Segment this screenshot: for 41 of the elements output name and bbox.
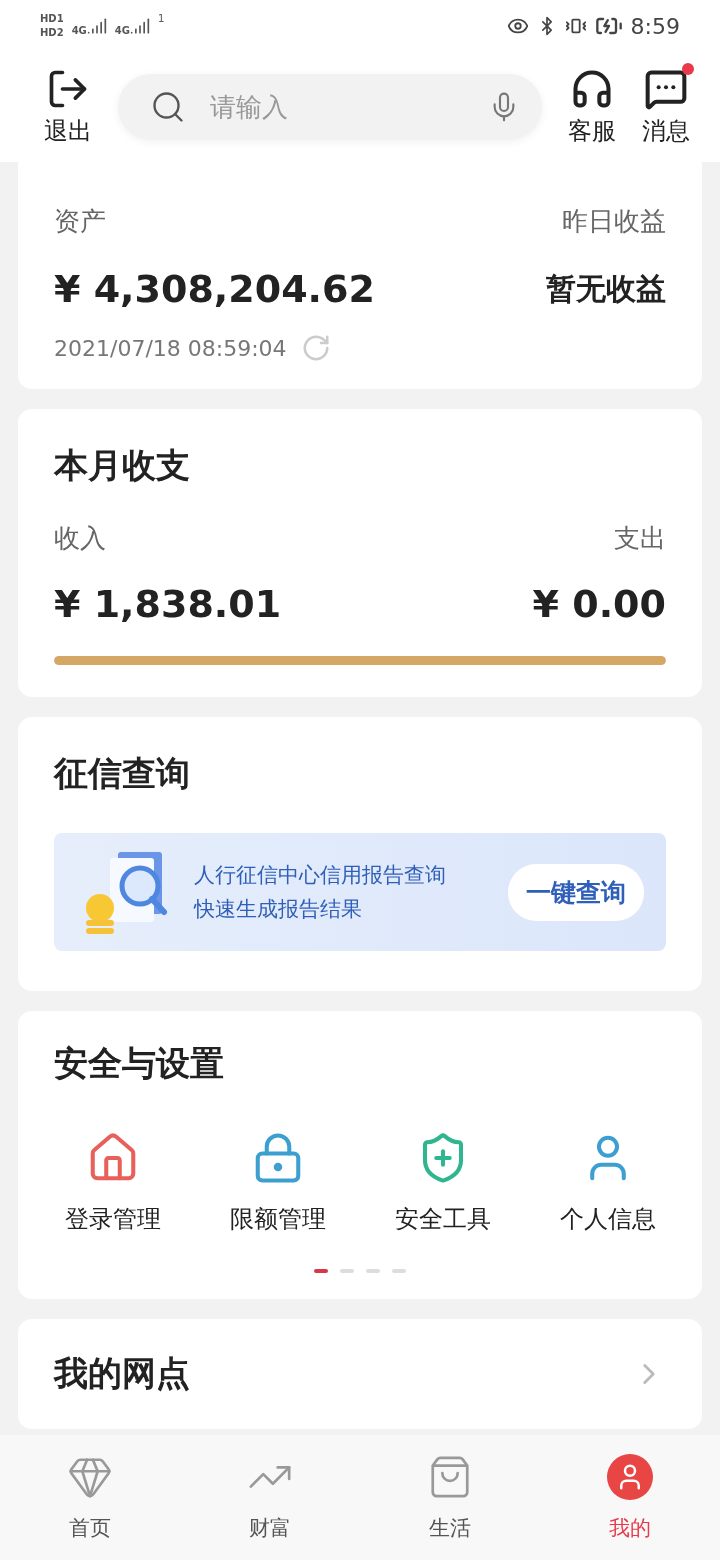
income-label: 收入 (54, 522, 106, 555)
banner-text: 人行征信中心信用报告查询 (194, 862, 447, 889)
user-icon (607, 1453, 653, 1500)
asset-value: ¥ 4,308,204.62 (54, 267, 375, 311)
signal-icon (130, 16, 150, 36)
asset-label: 资产 (54, 205, 106, 238)
banner-text: 快速生成报告结果 (194, 896, 363, 923)
section-title: 本月收支 (54, 444, 191, 487)
network-label: 4G (71, 25, 87, 36)
section-title: 我的网点 (54, 1352, 190, 1395)
nav-tab[interactable]: 生活 (360, 1435, 540, 1560)
search-field[interactable]: 请输入 (208, 91, 466, 123)
nav-tab[interactable]: 首页 (0, 1435, 180, 1560)
network-label: 4G (114, 25, 130, 36)
messages-button[interactable]: 消息 (642, 67, 690, 147)
hotspot-count: 1 (158, 13, 165, 24)
logout-button[interactable]: 退出 (44, 67, 92, 147)
message-icon (644, 67, 688, 111)
income-value: ¥ 1,838.01 (54, 582, 282, 626)
expense-label: 支出 (614, 522, 666, 555)
search-bar[interactable]: 请输入 (118, 74, 542, 140)
yesterday-label: 昨日收益 (562, 205, 666, 238)
nav-tab[interactable]: 我的 (540, 1435, 720, 1560)
yesterday-value: 暂无收益 (546, 269, 666, 308)
settings-item[interactable]: 限额管理 (195, 1131, 360, 1235)
settings-item[interactable]: 登录管理 (30, 1131, 195, 1235)
signal-icon (86, 16, 107, 36)
section-title: 安全与设置 (54, 1042, 225, 1085)
credit-banner[interactable]: 人行征信中心信用报告查询 快速生成报告结果 一键查询 (54, 833, 666, 951)
query-button[interactable]: 一键查询 (508, 863, 644, 921)
timestamp: 2021/07/18 08:59:04 (54, 335, 287, 361)
customer-service-button[interactable]: 客服 (568, 67, 616, 147)
sim-label: HD1 (40, 13, 64, 25)
sim-label: HD2 (40, 27, 64, 39)
settings-item[interactable]: 个人信息 (525, 1131, 690, 1235)
nav-tab[interactable]: 财富 (180, 1435, 360, 1560)
settings-item[interactable]: 安全工具 (360, 1131, 525, 1235)
section-title: 征信查询 (54, 752, 191, 795)
expense-value: ¥ 0.00 (532, 582, 666, 626)
clock: 8:59 (630, 13, 680, 39)
search-icon (150, 89, 186, 125)
